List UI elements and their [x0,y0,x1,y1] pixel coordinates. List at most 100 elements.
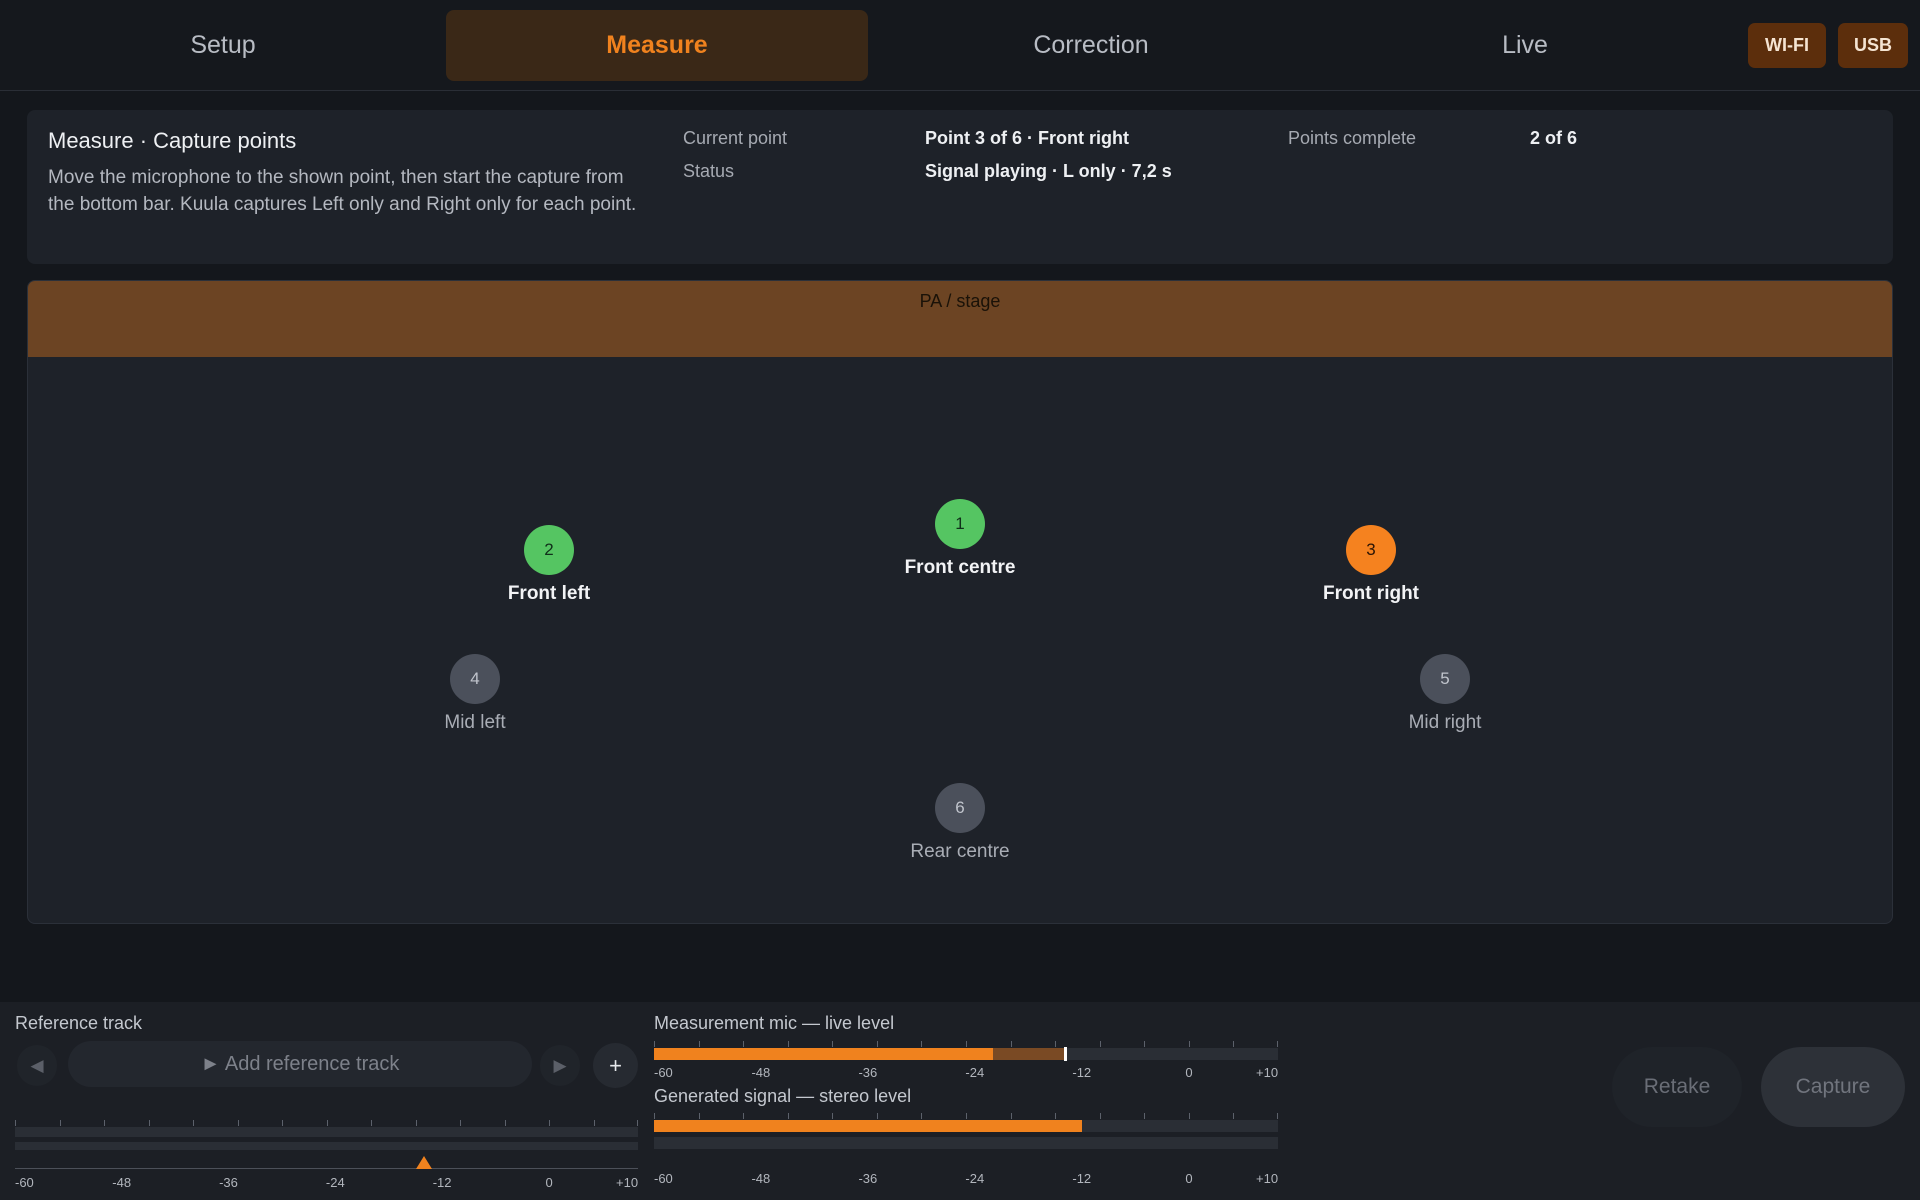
previous-track-button[interactable]: ◀ [17,1045,57,1086]
scale-label: 0 [1185,1065,1193,1080]
signal-level-meter-right [654,1137,1278,1149]
scale-tick [787,1113,789,1119]
tab-measure[interactable]: Measure [446,10,868,81]
point-marker: 3 [1346,525,1396,575]
scale-tick [1277,1113,1278,1119]
reference-gain-slider-thumb[interactable] [416,1156,433,1169]
retake-button[interactable]: Retake [1612,1047,1742,1127]
reference-level-track [15,1127,638,1137]
tab-correction[interactable]: Correction [880,10,1302,81]
scale-tick [1010,1113,1012,1119]
page-title: Measure · Capture points [48,128,297,153]
measure-info-card: Measure · Capture points Move the microp… [27,110,1893,264]
scale-label: -36 [219,1175,238,1190]
scale-tick [654,1113,655,1119]
point-label: Front left [507,583,591,604]
scale-tick [1233,1113,1235,1119]
scale-tick [832,1113,834,1119]
scale-tick [148,1120,150,1126]
reference-gain-slider[interactable] [15,1168,638,1169]
scale-label: +10 [1256,1065,1279,1080]
scale-tick [1277,1041,1278,1047]
chevron-left-icon: ◀ [30,1055,44,1075]
point-marker: 1 [935,499,985,549]
scale-tick [698,1113,700,1119]
scale-label: -48 [112,1175,132,1190]
scale-label: -48 [751,1065,771,1080]
scale-tick [743,1113,745,1119]
plus-icon: + [609,1052,622,1078]
mic-level-label: Measurement mic — live level [654,1013,895,1033]
point-label: Rear centre [910,841,1010,862]
point-label: Mid left [444,712,506,733]
scale-tick [1055,1113,1057,1119]
scale-label: -48 [751,1171,771,1186]
point-label: Mid right [1408,712,1482,733]
add-track-button[interactable]: + [593,1043,638,1088]
reference-scale-labels: -60 -48 -36 -24 -12 0 +10 [15,1175,638,1191]
point-marker: 2 [524,525,574,575]
scale-tick [1099,1113,1101,1119]
signal-scale-ticks [654,1113,1278,1119]
scale-tick [1188,1113,1190,1119]
signal-scale-labels: -60 -48 -36 -24 -12 0 +10 [654,1171,1278,1187]
scale-tick [593,1120,595,1126]
point-3-front-right[interactable]: 3 Front right [1271,525,1471,605]
scale-label: -36 [858,1171,878,1186]
scale-tick [237,1120,239,1126]
reference-level-track-2 [15,1142,638,1150]
scale-label: +10 [1256,1171,1279,1186]
capture-button[interactable]: Capture [1761,1047,1905,1127]
scale-label: +10 [616,1175,639,1190]
bottom-bar: Reference track ◀ ► Add reference track … [0,1002,1920,1200]
scale-label: -36 [858,1065,878,1080]
scale-tick [1144,1041,1146,1047]
reference-track-label: Reference track [15,1013,143,1033]
scale-tick [654,1041,655,1047]
scale-tick [1233,1041,1235,1047]
mic-peak-marker [1064,1047,1068,1061]
point-1-front-centre[interactable]: 1 Front centre [860,499,1060,579]
scale-tick [15,1120,16,1126]
point-5-mid-right[interactable]: 5 Mid right [1345,654,1545,734]
scale-label: 0 [1185,1171,1193,1186]
mic-scale-ticks [654,1041,1278,1047]
tab-live[interactable]: Live [1314,10,1736,81]
scale-tick [921,1041,923,1047]
scale-tick [549,1120,550,1126]
scale-tick [104,1120,105,1126]
scale-tick [876,1041,878,1047]
scale-tick [1188,1041,1190,1047]
tab-setup[interactable]: Setup [12,10,434,81]
scale-tick [1010,1041,1012,1047]
scale-tick [460,1120,461,1126]
add-reference-track-button[interactable]: ► Add reference track [68,1041,532,1087]
scale-tick [787,1041,789,1047]
next-track-button[interactable]: ▶ [540,1045,580,1086]
point-4-mid-left[interactable]: 4 Mid left [375,654,575,734]
reference-scale-ticks [15,1120,638,1126]
scale-tick [1099,1041,1101,1047]
usb-connection-button[interactable]: USB [1838,23,1908,68]
signal-level-fill [654,1120,1082,1132]
scale-label: -12 [432,1175,452,1190]
scale-tick [326,1120,328,1126]
current-point-label: Current point [683,128,788,148]
scale-label: -24 [325,1175,345,1190]
scale-tick [966,1113,967,1119]
scale-tick [371,1120,372,1126]
scale-tick [282,1120,283,1126]
points-complete-value: 2 of 6 [1530,128,1578,148]
scale-label: -60 [654,1065,673,1080]
scale-tick [832,1041,834,1047]
point-2-front-left[interactable]: 2 Front left [449,525,649,605]
scale-label: -24 [965,1171,985,1186]
wifi-connection-button[interactable]: WI-FI [1748,23,1826,68]
chevron-right-icon: ▶ [553,1055,567,1075]
top-tab-bar: Setup Measure Correction Live WI-FI USB [0,0,1920,91]
point-marker: 5 [1420,654,1470,704]
scale-tick [59,1120,61,1126]
points-complete-label: Points complete [1288,128,1417,148]
point-6-rear-centre[interactable]: 6 Rear centre [860,783,1060,863]
signal-level-label: Generated signal — stereo level [654,1086,912,1106]
